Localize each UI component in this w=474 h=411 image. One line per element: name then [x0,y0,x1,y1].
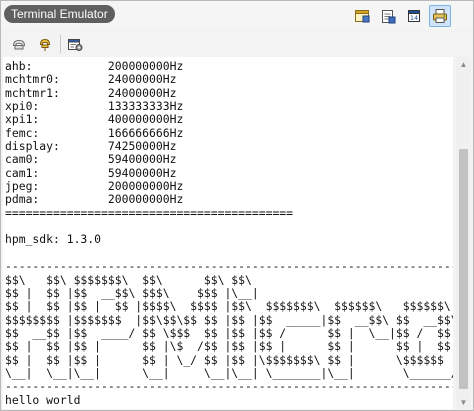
terminal-line: xpi1: 400000000Hz [5,112,184,127]
printer-button[interactable] [429,5,451,27]
settings-button[interactable] [64,33,86,55]
terminal-line: ========================================… [5,205,294,220]
terminal-emulator-window: Terminal Emulator 14 ahb: 200000000Hz mc… [0,0,474,411]
window-button[interactable] [351,5,373,27]
scrollbar-thumb[interactable] [459,149,468,389]
terminal-line: ----------------------------------------… [5,379,453,394]
terminal-line: hello world [5,392,81,407]
terminal-line: $$ | $$ |$$ | $$ | \_/ $$ |$$ |\$$$$$$$\… [5,352,453,367]
terminal-line: femc: 166666666Hz [5,125,184,140]
clipboard-icon [382,10,396,24]
terminal-output[interactable]: ahb: 200000000Hz mchtmr0: 24000000Hz mch… [3,57,453,409]
terminal-line: $$ __$$ |$$ ____/ $$ \$$$ $$ |$$ |$$ / $… [5,325,453,340]
terminal-line: ----------------------------------------… [5,259,453,274]
terminal-text: ahb: 200000000Hz mchtmr0: 24000000Hz mch… [5,59,453,407]
scroll-up-arrow-icon[interactable]: ▲ [456,57,471,71]
toolbar [1,31,473,55]
terminal-line: hpm_sdk: 1.3.0 [5,232,102,247]
terminal-line: mchtmr1: 24000000Hz [5,85,177,100]
terminal-line: $$ | $$ |$$ __$$\ $$$\ $$$ |\__| [5,285,259,300]
connect-button[interactable] [34,33,56,55]
title-bar: Terminal Emulator 14 [1,1,473,29]
terminal-line: cam1: 59400000Hz [5,165,177,180]
terminal-line: $$ | $$ |$$ | $$ |$$$$\ $$$$ |$$\ $$$$$$… [5,299,451,314]
calendar-button[interactable]: 14 [403,5,425,27]
titlebar-actions: 14 [351,5,451,27]
svg-text:14: 14 [410,14,418,22]
terminal-line: \__| \__|\__| \__| \__|\__| \_______|\__… [5,365,453,380]
terminal-line: jpeg: 200000000Hz [5,179,184,194]
terminal-line: $$ | $$ |$$ | $$ |\$ /$$ |$$ |$$ | $$ | … [5,339,453,354]
terminal-line: ahb: 200000000Hz [5,59,184,73]
terminal-line: pdma: 200000000Hz [5,192,184,207]
terminal-line: mchtmr0: 24000000Hz [5,72,177,87]
window-icon [355,10,370,23]
terminal-line: $$$$$$$$ |$$$$$$$ |$$\$$\$$ $$ |$$ |$$ _… [5,312,453,327]
terminal-line: display: 74250000Hz [5,139,177,154]
printer-icon [433,9,447,23]
toolbar-separator [60,35,61,53]
window-title: Terminal Emulator [4,5,115,23]
disconnect-icon [12,39,26,50]
terminal-line: xpi0: 133333333Hz [5,99,184,114]
terminal-line: $$\ $$\ $$$$$$$\ $$\ $$\ $$\ [5,272,252,287]
settings-icon [68,39,83,51]
terminal-line: cam0: 59400000Hz [5,152,177,167]
connect-icon [39,38,51,51]
vertical-scrollbar[interactable]: ▲ ▼ [456,57,471,409]
clipboard-button[interactable] [377,5,399,27]
disconnect-button[interactable] [8,33,30,55]
calendar-icon: 14 [408,10,420,22]
scroll-down-arrow-icon[interactable]: ▼ [456,395,471,409]
